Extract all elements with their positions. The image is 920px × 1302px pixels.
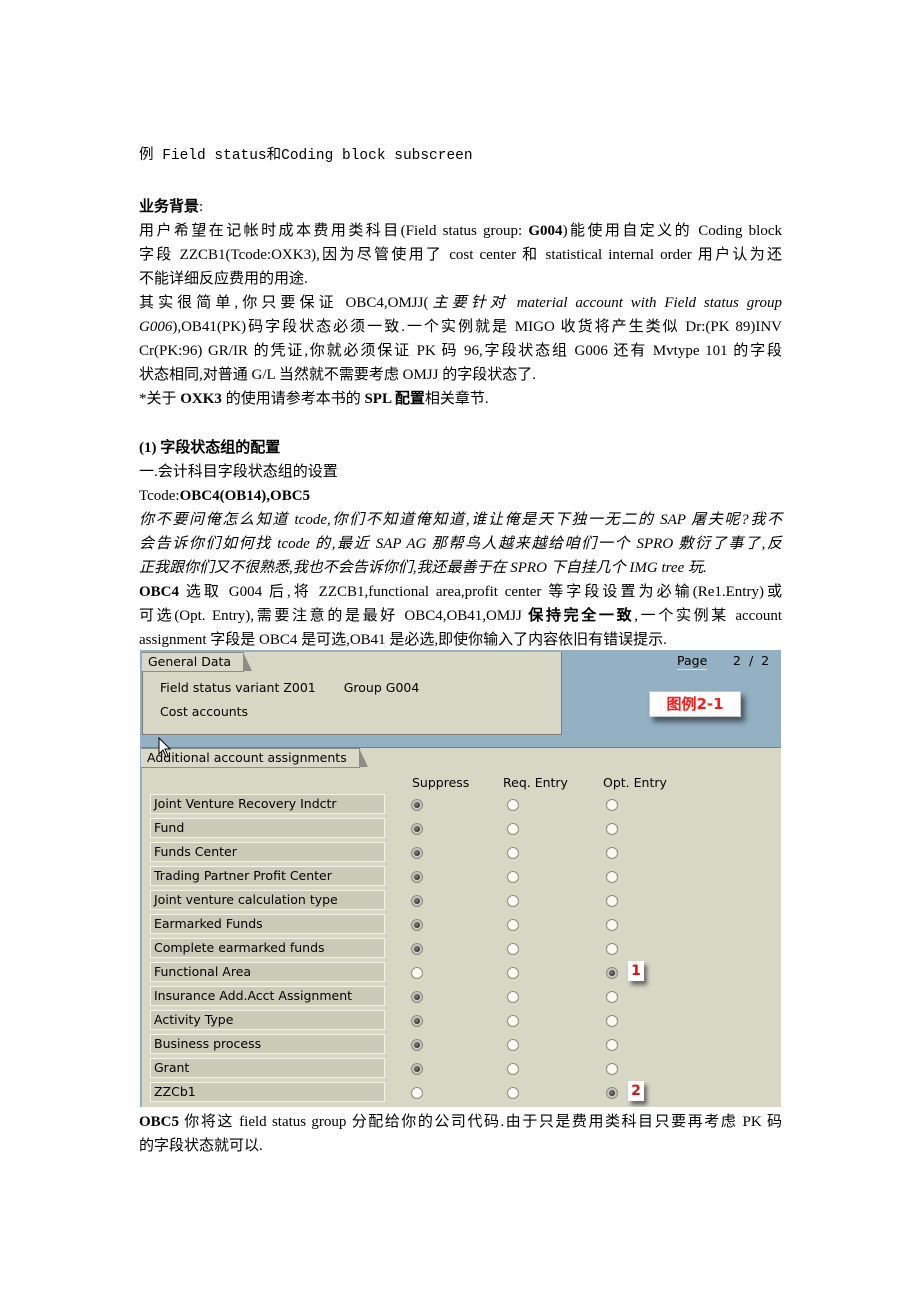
field-label: Earmarked Funds <box>150 914 385 934</box>
group-text: Cost accounts <box>160 704 249 719</box>
radio-opt-entry[interactable] <box>606 943 618 955</box>
background-section: 业务背景: 用户希望在记帐时成本费用类科目(Field status group… <box>139 195 782 411</box>
obc4-line3: assignment 字段是 OBC4 是可选,OB41 是必选,即使你输入了内… <box>139 632 667 648</box>
page-label: Page <box>677 653 708 670</box>
column-header-opt-entry: Opt. Entry <box>603 775 667 790</box>
field-status-variant: Field status variant Z001 <box>160 680 316 695</box>
radio-opt-entry[interactable] <box>606 991 618 1003</box>
section-heading: (1) 字段状态组的配置 <box>139 440 281 456</box>
radio-suppress[interactable] <box>411 1015 423 1027</box>
obc5-line1: OBC5 你将这 field status group 分配给你的公司代码.由于… <box>139 1114 782 1130</box>
callout-marker: 1 <box>628 961 644 981</box>
radio-opt-entry[interactable] <box>606 1039 618 1051</box>
radio-opt-entry[interactable] <box>606 871 618 883</box>
background-heading: 业务背景: <box>139 199 204 215</box>
field-label: Joint venture calculation type <box>150 890 385 910</box>
general-data-group: General Data Field status variant Z001 G… <box>142 652 562 735</box>
radio-suppress[interactable] <box>411 991 423 1003</box>
figure-label: 图例2-1 <box>649 691 741 717</box>
sap-screenshot: General Data Field status variant Z001 G… <box>140 650 781 1107</box>
radio-req-entry[interactable] <box>507 823 519 835</box>
italic-line2: 会告诉你们如何找 tcode 的,最近 SAP AG 那帮鸟人越来越给咱们一个 … <box>139 536 782 552</box>
field-label: Complete earmarked funds <box>150 938 385 958</box>
radio-req-entry[interactable] <box>507 967 519 979</box>
obc4-line2: 可选(Opt. Entry),需要注意的是最好 OBC4,OB41,OMJJ 保… <box>139 608 782 624</box>
radio-req-entry[interactable] <box>507 1087 519 1099</box>
p1-line2: 字段 ZZCB1(Tcode:OXK3),因为尽管使用了 cost center… <box>139 247 782 263</box>
radio-req-entry[interactable] <box>507 799 519 811</box>
radio-suppress[interactable] <box>411 1087 423 1099</box>
radio-suppress[interactable] <box>411 895 423 907</box>
radio-req-entry[interactable] <box>507 991 519 1003</box>
field-label: Functional Area <box>150 962 385 982</box>
radio-opt-entry[interactable] <box>606 1063 618 1075</box>
radio-req-entry[interactable] <box>507 1015 519 1027</box>
field-label: Grant <box>150 1058 385 1078</box>
radio-suppress[interactable] <box>411 823 423 835</box>
p1-line3: 不能详细反应费用的用途. <box>139 271 308 287</box>
italic-line3: 正我跟你们又不很熟悉,我也不会告诉你们,我还最善于在 SPRO 下自挂几个 IM… <box>139 560 707 576</box>
radio-req-entry[interactable] <box>507 919 519 931</box>
radio-req-entry[interactable] <box>507 943 519 955</box>
italic-line1: 你不要问俺怎么知道 tcode,你们不知道俺知道,谁让俺是天下独一无二的 SAP… <box>139 512 782 528</box>
p2-line4: 状态相同,对普通 G/L 当然就不需要考虑 OMJJ 的字段状态了. <box>139 367 536 383</box>
obc4-line1: OBC4 选取 G004 后,将 ZZCB1,functional area,p… <box>139 584 782 600</box>
field-label: Fund <box>150 818 385 838</box>
tcode-line: Tcode:OBC4(OB14),OBC5 <box>139 488 311 504</box>
radio-opt-entry[interactable] <box>606 895 618 907</box>
column-header-suppress: Suppress <box>412 775 470 790</box>
radio-suppress[interactable] <box>411 943 423 955</box>
group-value: Group G004 <box>343 680 420 695</box>
radio-suppress[interactable] <box>411 847 423 859</box>
field-status-variant-line: Field status variant Z001 Group G004 <box>160 680 419 695</box>
radio-opt-entry[interactable] <box>606 847 618 859</box>
radio-req-entry[interactable] <box>507 1063 519 1075</box>
field-label: Joint Venture Recovery Indctr <box>150 794 385 814</box>
field-label: Trading Partner Profit Center <box>150 866 385 886</box>
radio-suppress[interactable] <box>411 799 423 811</box>
field-label: Business process <box>150 1034 385 1054</box>
page-indicator: 2 / 2 <box>733 653 772 668</box>
radio-suppress[interactable] <box>411 1063 423 1075</box>
radio-opt-entry[interactable] <box>606 799 618 811</box>
p2-line3: Cr(PK:96) GR/IR 的凭证,你就必须保证 PK 码 96,字段状态组… <box>139 343 782 359</box>
field-label: Insurance Add.Acct Assignment <box>150 986 385 1006</box>
note-line: *关于 OXK3 的使用请参考本书的 SPL 配置相关章节. <box>139 391 489 407</box>
radio-req-entry[interactable] <box>507 1039 519 1051</box>
general-data-tab: General Data <box>142 652 253 672</box>
radio-req-entry[interactable] <box>507 847 519 859</box>
obc5-section: OBC5 你将这 field status group 分配给你的公司代码.由于… <box>139 1110 782 1158</box>
p1-line1: 用户希望在记帐时成本费用类科目(Field status group: G004… <box>139 223 782 239</box>
sub-heading: 一.会计科目字段状态组的设置 <box>139 464 338 480</box>
radio-opt-entry[interactable] <box>606 1087 618 1099</box>
radio-opt-entry[interactable] <box>606 967 618 979</box>
radio-suppress[interactable] <box>411 919 423 931</box>
radio-req-entry[interactable] <box>507 895 519 907</box>
field-label: Activity Type <box>150 1010 385 1030</box>
radio-opt-entry[interactable] <box>606 919 618 931</box>
p2-line1: 其实很简单,你只要保证 OBC4,OMJJ(主要针对 material acco… <box>139 295 782 311</box>
additional-assignments-group: Additional account assignments Suppress … <box>141 747 781 1107</box>
callout-marker: 2 <box>628 1081 644 1101</box>
radio-opt-entry[interactable] <box>606 823 618 835</box>
document-title: 例 Field status和Coding block subscreen <box>139 148 473 164</box>
radio-suppress[interactable] <box>411 871 423 883</box>
field-label: Funds Center <box>150 842 385 862</box>
column-header-req-entry: Req. Entry <box>503 775 568 790</box>
radio-suppress[interactable] <box>411 967 423 979</box>
radio-req-entry[interactable] <box>507 871 519 883</box>
field-label: ZZCb1 <box>150 1082 385 1102</box>
obc5-line2: 的字段状态就可以. <box>139 1138 263 1154</box>
config-section: (1) 字段状态组的配置 一.会计科目字段状态组的设置 Tcode:OBC4(O… <box>139 436 782 652</box>
radio-suppress[interactable] <box>411 1039 423 1051</box>
p2-line2: G006),OB41(PK)码字段状态必须一致.一个实例就是 MIGO 收货将产… <box>139 319 782 335</box>
radio-opt-entry[interactable] <box>606 1015 618 1027</box>
